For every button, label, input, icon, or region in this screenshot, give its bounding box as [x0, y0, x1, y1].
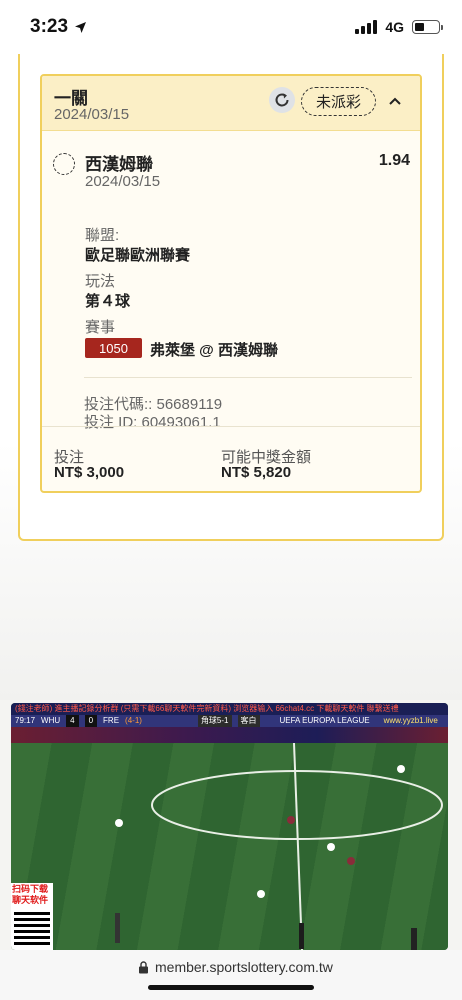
- refresh-icon: [275, 93, 289, 107]
- clock: 3:23: [30, 16, 69, 37]
- event-label: 賽事: [85, 319, 116, 336]
- collapse-button[interactable]: [384, 90, 406, 112]
- status-time-group: 3:23: [30, 16, 87, 38]
- cellular-signal-icon: [355, 20, 378, 34]
- league-value: 歐足聯歐洲聯賽: [85, 247, 191, 264]
- chevron-up-icon: [389, 97, 401, 105]
- match-time: 79:17: [15, 716, 36, 725]
- qr-code-ad: 扫码下载 聊天软件: [11, 883, 53, 950]
- network-type: 4G: [385, 19, 404, 35]
- side-info: 客白: [237, 715, 260, 727]
- qr-caption: 扫码下载 聊天软件: [12, 884, 49, 905]
- url-domain: member.sportslottery.com.tw: [155, 959, 333, 975]
- lock-icon: [139, 960, 148, 973]
- bet-card: 一關 2024/03/15 未派彩 西漢姆聯 1.94 2024/03/15 聯…: [40, 74, 422, 493]
- settlement-status-badge: 未派彩: [301, 87, 376, 116]
- video-scoreboard: 79:17 WHU 4 0 FRE (4-1) 角球5-1 客白 UEFA EU…: [11, 715, 448, 727]
- bet-date: 2024/03/15: [54, 106, 130, 123]
- site-watermark: www.yyzb1.live: [383, 716, 438, 725]
- video-ticker: (錢注老師) 進主播記錄分析群 (只需下載66聊天軟件完新資料) 浏览器输入 6…: [11, 703, 448, 715]
- status-indicators: 4G: [355, 19, 443, 35]
- market-label: 玩法: [85, 273, 116, 290]
- home-score: 4: [66, 715, 79, 727]
- live-video-player[interactable]: (錢注老師) 進主播記錄分析群 (只需下載66聊天軟件完新資料) 浏览器输入 6…: [11, 703, 448, 950]
- away-team: FRE: [103, 716, 120, 725]
- bet-card-header[interactable]: 一關 2024/03/15 未派彩: [42, 76, 420, 131]
- refresh-button[interactable]: [269, 87, 295, 113]
- bet-totals: 投注 NT$ 3,000 可能中獎金額 NT$ 5,820: [42, 426, 420, 491]
- pitch-lines: [115, 735, 443, 950]
- home-indicator[interactable]: [148, 985, 314, 990]
- selection-date: 2024/03/15: [85, 173, 161, 190]
- location-arrow-icon: [75, 21, 87, 33]
- corner-info: 角球5-1: [197, 715, 232, 727]
- selection-team: 西漢姆聯: [85, 155, 153, 174]
- football-pitch: [11, 735, 448, 950]
- divider: [84, 377, 412, 378]
- home-team: WHU: [41, 716, 61, 725]
- status-bar: 3:23 4G: [0, 0, 462, 54]
- event-id-badge: 1050: [85, 338, 142, 358]
- selection-odds: 1.94: [378, 152, 410, 169]
- aggregate-score: (4-1): [125, 716, 142, 725]
- competition-name: UEFA EUROPA LEAGUE: [279, 716, 370, 725]
- browser-url-bar[interactable]: member.sportslottery.com.tw: [0, 950, 462, 1000]
- selection-status-icon: [53, 153, 75, 175]
- event-name: 弗萊堡 @ 西漢姆聯: [150, 342, 278, 359]
- qr-code-icon: [14, 909, 50, 945]
- payout-value: NT$ 5,820: [221, 464, 292, 481]
- market-value: 第４球: [85, 293, 131, 310]
- advertising-boards: [11, 727, 448, 743]
- battery-icon: [412, 20, 443, 34]
- url-display[interactable]: member.sportslottery.com.tw: [138, 959, 333, 975]
- away-score: 0: [84, 715, 98, 727]
- league-label: 聯盟:: [85, 227, 120, 244]
- bet-selection: 西漢姆聯 1.94 2024/03/15 聯盟: 歐足聯歐洲聯賽 玩法 第４球 …: [42, 132, 420, 431]
- stake-value: NT$ 3,000: [54, 464, 125, 481]
